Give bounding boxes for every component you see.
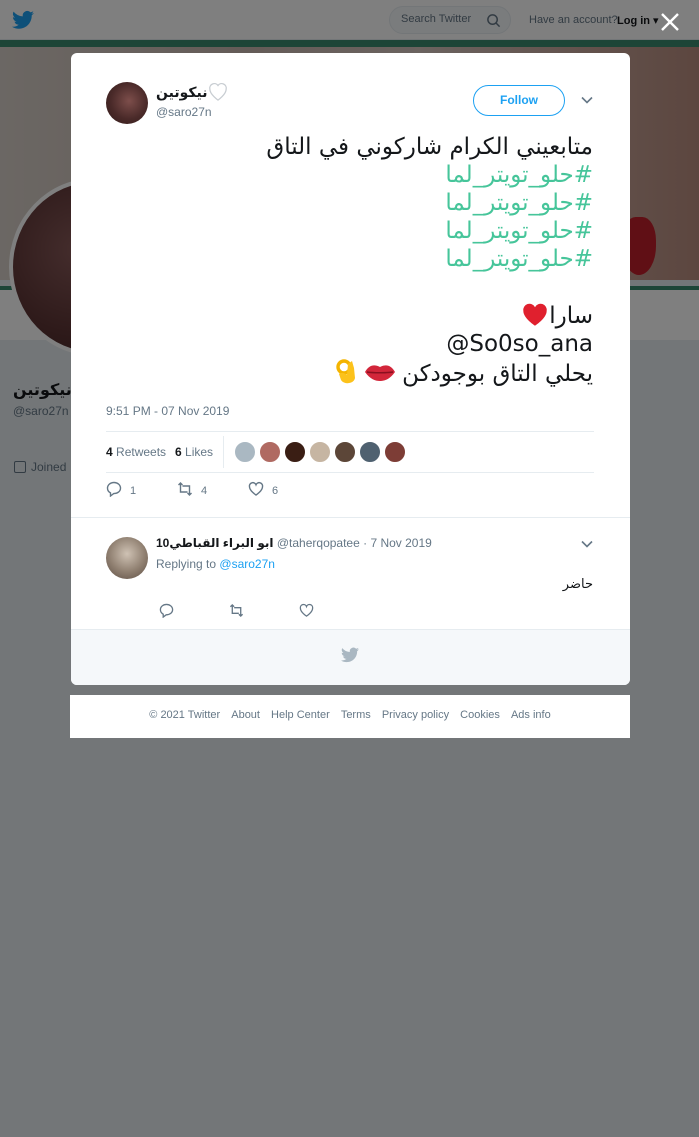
retweets-count: 4 (106, 445, 113, 459)
footer-copyright: © 2021 Twitter (149, 709, 221, 721)
tweet-timestamp[interactable]: 9:51 PM - 07 Nov 2019 (106, 404, 229, 418)
tweet-name-line: سارا (133, 301, 593, 330)
hashtag-link[interactable]: #حلو_تويتر_لما (133, 161, 593, 189)
likes-label: Likes (185, 445, 214, 459)
reply-icon (106, 481, 122, 498)
tweet-closing-line: يحلي التاق بوجودكن (133, 358, 593, 388)
chevron-down-icon[interactable] (580, 537, 594, 551)
hashtag-link[interactable]: #حلو_تويتر_لما (133, 217, 593, 245)
reply-date[interactable]: · 7 Nov 2019 (363, 536, 432, 550)
reply-header: ابو البراء القباطي10 @taherqopatee · 7 N… (156, 536, 432, 550)
replying-to: Replying to @saro27n (156, 557, 275, 571)
avatar[interactable] (359, 441, 381, 463)
retweet-count: 4 (201, 485, 208, 497)
reply-retweet-button[interactable] (229, 603, 244, 623)
footer-link-about[interactable]: About (231, 709, 260, 721)
replying-to-link[interactable]: @saro27n (219, 557, 275, 571)
ok-hand-emoji-icon (336, 359, 356, 384)
reply-author-handle[interactable]: @taherqopatee (277, 536, 360, 550)
tweet-closing-text: يحلي التاق بوجودكن (402, 361, 593, 387)
footer-link-cookies[interactable]: Cookies (460, 709, 500, 721)
follow-button[interactable]: Follow (473, 85, 565, 116)
chevron-down-icon[interactable] (580, 93, 594, 107)
footer-link-help-center[interactable]: Help Center (271, 709, 330, 721)
reply-author-name[interactable]: ابو البراء القباطي10 (156, 536, 274, 550)
tweet-modal: نيكوتين @saro27n Follow متابعيني الكرام … (71, 53, 630, 685)
modal-footer (71, 629, 630, 685)
twitter-bird-icon (341, 647, 359, 663)
reply-avatar[interactable] (106, 537, 148, 579)
author-name[interactable]: نيكوتين (156, 84, 207, 101)
reply-count: 1 (130, 485, 137, 497)
site-footer: © 2021 Twitter About Help Center Terms P… (70, 695, 630, 738)
footer-link-privacy[interactable]: Privacy policy (382, 709, 449, 721)
author-avatar[interactable] (106, 82, 148, 124)
avatar[interactable] (309, 441, 331, 463)
hashtag-link[interactable]: #حلو_تويتر_لما (133, 245, 593, 273)
avatar[interactable] (384, 441, 406, 463)
like-count: 6 (272, 485, 279, 497)
retweet-icon (229, 603, 244, 618)
retweet-button[interactable]: 4 (177, 481, 207, 501)
replying-prefix: Replying to (156, 557, 217, 571)
like-icon (299, 603, 314, 617)
like-button[interactable]: 6 (248, 481, 278, 501)
tweet-line-1: متابعيني الكرام شاركوني في التاق (266, 134, 593, 160)
tweet-name-text: سارا (549, 303, 593, 329)
close-icon[interactable] (657, 9, 683, 35)
stats-divider (223, 436, 224, 468)
tweet-mention[interactable]: @So0so_ana (133, 330, 593, 358)
footer-link-terms[interactable]: Terms (341, 709, 371, 721)
reply-text: حاضر (562, 577, 593, 592)
hashtag-link[interactable]: #حلو_تويتر_لما (133, 189, 593, 217)
tweet-stats: 4 Retweets 6 Likes (106, 431, 594, 473)
reply-button[interactable]: 1 (106, 481, 136, 501)
likes-count: 6 (175, 445, 182, 459)
retweet-icon (178, 482, 192, 496)
white-heart-emoji-icon (209, 83, 227, 101)
reply-reply-button[interactable] (159, 603, 174, 623)
likes-stat[interactable]: 6 Likes (175, 445, 213, 459)
reply-like-button[interactable] (299, 603, 314, 623)
author-handle[interactable]: @saro27n (156, 105, 212, 119)
avatar[interactable] (284, 441, 306, 463)
avatar[interactable] (234, 441, 256, 463)
reply-actions (159, 603, 359, 621)
lips-emoji-icon (365, 365, 396, 381)
avatar[interactable] (334, 441, 356, 463)
footer-link-ads-info[interactable]: Ads info (511, 709, 551, 721)
retweets-label: Retweets (116, 445, 167, 459)
retweets-stat[interactable]: 4 Retweets (106, 445, 166, 459)
reply-divider (71, 517, 630, 518)
heart-emoji-icon (523, 303, 547, 326)
like-icon (248, 481, 264, 496)
tweet-text: متابعيني الكرام شاركوني في التاق #حلو_تو… (133, 133, 593, 388)
avatar[interactable] (259, 441, 281, 463)
tweet-actions: 1 4 6 (106, 481, 406, 501)
reply-icon (159, 603, 174, 619)
